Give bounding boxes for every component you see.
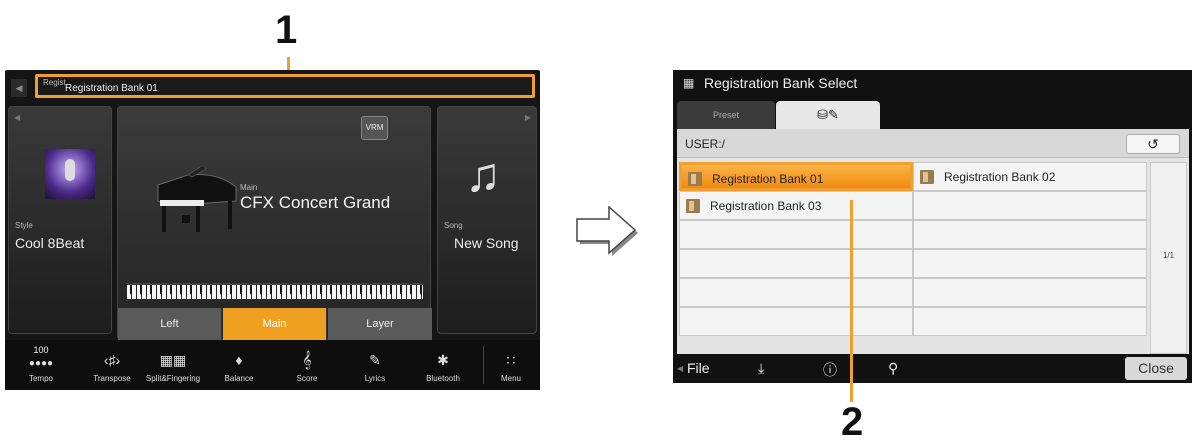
transpose-icon: ‹♯› <box>103 352 121 368</box>
tempo-icon: ●●●● <box>28 358 54 369</box>
file-item[interactable]: Registration Bank 02 <box>913 162 1147 191</box>
score-icon: 𝄞 <box>302 352 312 369</box>
empty-slot <box>913 191 1147 220</box>
part-left-button[interactable]: Left <box>118 308 222 340</box>
menu-label: Menu <box>500 374 521 383</box>
lyrics-button[interactable]: ✎ Lyrics <box>349 340 401 390</box>
part-layer-button[interactable]: Layer <box>328 308 432 340</box>
song-panel[interactable]: ▶ ♫ Song New Song <box>437 106 537 334</box>
file-prev-arrow-icon: ◀ <box>677 364 684 373</box>
path-bar: USER:/ ↺ <box>677 129 1189 158</box>
split-fingering-button[interactable]: ▦▦ Split&Fingering <box>139 340 207 390</box>
balance-label: Balance <box>224 374 254 383</box>
right-arrow-icon <box>576 206 638 256</box>
empty-slot <box>679 249 913 278</box>
menu-icon: ∷ <box>506 352 516 368</box>
file-list-area: USER:/ ↺ Registration Bank 01 Registrati… <box>677 129 1189 356</box>
empty-slot <box>913 249 1147 278</box>
registration-bank-bar[interactable]: Regist Registration Bank 01 <box>35 74 535 98</box>
registration-file-icon <box>686 199 700 213</box>
page-number: 1/1 <box>1162 251 1175 260</box>
style-label: Style <box>15 221 33 230</box>
info-icon[interactable]: ⓘ <box>823 360 837 380</box>
empty-slot <box>679 307 913 336</box>
grand-piano-icon <box>157 167 237 232</box>
search-icon[interactable]: ⚲ <box>888 360 898 377</box>
file-name: Registration Bank 02 <box>944 170 1056 184</box>
song-next-arrow-icon[interactable]: ▶ <box>525 113 531 122</box>
empty-slot <box>913 220 1147 249</box>
file-grid: Registration Bank 01 Registration Bank 0… <box>679 162 1147 354</box>
balance-button[interactable]: ♦ Balance <box>213 340 265 390</box>
song-name: New Song <box>454 235 519 251</box>
lyrics-label: Lyrics <box>364 374 386 383</box>
main-voice-name: CFX Concert Grand <box>240 193 391 212</box>
style-prev-arrow-icon[interactable]: ◀ <box>14 113 20 122</box>
bluetooth-button[interactable]: ✱ Bluetooth <box>415 340 471 390</box>
keyboard-graphic <box>127 283 423 299</box>
regist-tag: Regist <box>43 78 66 87</box>
screen-title: Registration Bank Select <box>704 75 858 91</box>
score-label: Score <box>296 374 318 383</box>
transpose-button[interactable]: ‹♯› Transpose <box>85 340 139 390</box>
balance-icon: ♦ <box>235 352 243 368</box>
split-fingering-label: Split&Fingering <box>145 374 201 383</box>
folder-up-icon: ↺ <box>1147 136 1159 152</box>
callout-number-2: 2 <box>841 400 864 443</box>
menu-button[interactable]: ∷ Menu <box>489 340 533 390</box>
song-label: Song <box>444 221 463 230</box>
registration-file-icon <box>688 172 702 186</box>
bottom-bar-divider <box>483 346 484 384</box>
folder-up-button[interactable]: ↺ <box>1126 134 1180 154</box>
user-tab-icon: ⛁✎ <box>817 107 839 122</box>
tempo-value: 100 <box>33 345 49 355</box>
file-name: Registration Bank 01 <box>712 172 824 186</box>
tempo-button[interactable]: 100 ●●●● Tempo <box>21 340 61 390</box>
tab-preset[interactable]: Preset <box>677 101 775 129</box>
split-icon: ▦▦ <box>159 352 187 368</box>
registration-bank-icon: ▦ <box>683 76 695 90</box>
registration-bank-name: Registration Bank 01 <box>65 83 158 94</box>
bluetooth-icon: ✱ <box>437 352 449 368</box>
file-item[interactable]: Registration Bank 03 <box>679 191 913 220</box>
main-part-label: Main <box>240 183 258 192</box>
main-voice-panel[interactable]: VRM Main CFX Concert Grand Left Main Lay… <box>117 106 432 340</box>
page-indicator[interactable]: 1/1 <box>1150 162 1187 354</box>
empty-slot <box>913 307 1147 336</box>
score-button[interactable]: 𝄞 Score <box>281 340 333 390</box>
file-menu-button[interactable]: File <box>687 360 710 376</box>
callout-line-2 <box>850 200 853 402</box>
save-icon[interactable]: ⤓ <box>758 360 764 377</box>
close-button[interactable]: Close <box>1125 357 1187 380</box>
style-panel[interactable]: ◀ Style Cool 8Beat <box>8 106 112 334</box>
style-name: Cool 8Beat <box>15 235 85 251</box>
bluetooth-label: Bluetooth <box>426 374 460 383</box>
vrm-button[interactable]: VRM <box>361 116 388 140</box>
empty-slot <box>913 278 1147 307</box>
lyrics-icon: ✎ <box>369 352 381 368</box>
regist-left-arrow-icon[interactable]: ◀ <box>11 79 27 97</box>
file-bottom-bar: ◀ File ⤓ ⓘ ⚲ Close <box>673 354 1192 383</box>
registration-file-icon <box>920 170 934 184</box>
music-note-icon: ♫ <box>465 149 501 202</box>
bottom-function-bar: 100 ●●●● Tempo ‹♯› Transpose ▦▦ Split&Fi… <box>5 340 540 390</box>
file-item[interactable]: Registration Bank 01 <box>679 162 913 191</box>
tab-user[interactable]: ⛁✎ <box>776 101 880 129</box>
registration-bank-select-screen: ▦ Registration Bank Select Preset ⛁✎ USE… <box>673 70 1192 383</box>
part-main-button[interactable]: Main <box>223 308 327 340</box>
style-thumbnail <box>45 149 95 199</box>
current-path: USER:/ <box>685 137 726 151</box>
empty-slot <box>679 278 913 307</box>
empty-slot <box>679 220 913 249</box>
callout-number-1: 1 <box>275 8 298 52</box>
transpose-label: Transpose <box>93 374 131 383</box>
file-name: Registration Bank 03 <box>710 199 822 213</box>
tempo-label: Tempo <box>28 374 53 383</box>
